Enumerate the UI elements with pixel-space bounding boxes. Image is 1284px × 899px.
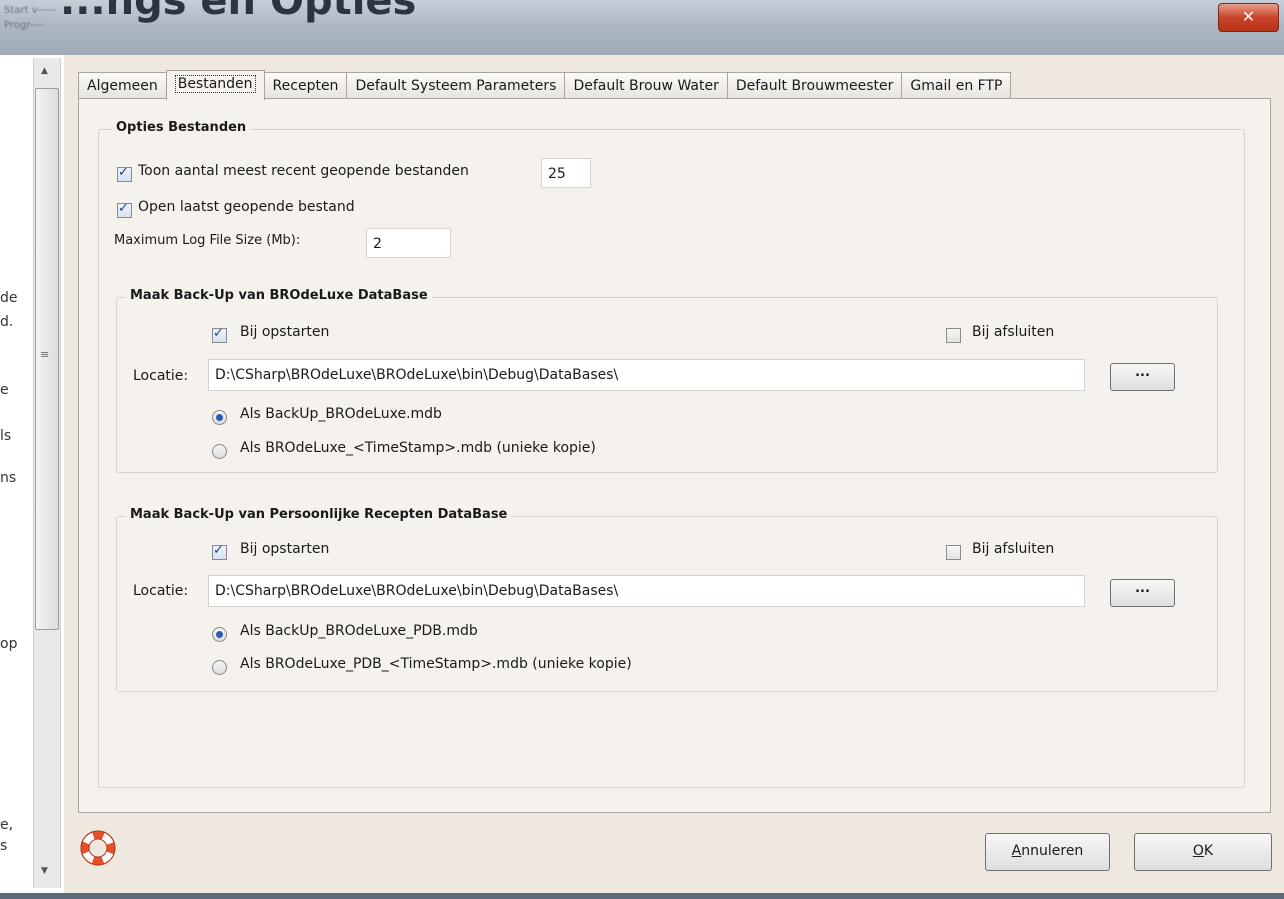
background-text: s <box>0 838 8 854</box>
checkbox-checked-icon <box>117 165 132 182</box>
background-text: ns <box>0 470 17 486</box>
title-small-2: Progr---- <box>4 20 45 31</box>
backup-db-location-label: Locatie: <box>133 368 189 384</box>
backup-db-radio-timestamp-label: Als BROdeLuxe_<TimeStamp>.mdb (unieke ko… <box>240 440 596 456</box>
ok-label: K <box>1203 843 1214 859</box>
backup-pdb-radio-timestamp-label: Als BROdeLuxe_PDB_<TimeStamp>.mdb (uniek… <box>240 656 632 672</box>
backup-pdb-close-label: Bij afsluiten <box>972 541 1055 557</box>
background-text: ls <box>0 428 12 444</box>
background-text: de <box>0 290 18 306</box>
recent-files-count-input[interactable]: 25 <box>541 158 591 188</box>
backup-pdb-location-label: Locatie: <box>133 583 189 599</box>
backup-db-radio-timestamp[interactable] <box>212 444 227 463</box>
checkbox-unchecked-icon <box>946 545 961 560</box>
window-title: ...ngs en Opties <box>60 0 417 24</box>
backup-db-startup-label: Bij opstarten <box>240 324 330 340</box>
recent-files-label: Toon aantal meest recent geopende bestan… <box>138 163 469 179</box>
title-bar: Start v----- Progr---- ...ngs en Opties … <box>0 0 1284 55</box>
cancel-mnemonic: A <box>1011 843 1022 859</box>
title-small-1: Start v----- <box>4 5 56 16</box>
background-text: d. <box>0 314 14 330</box>
log-size-input[interactable]: 2 <box>366 228 451 258</box>
backup-pdb-radio-timestamp[interactable] <box>212 660 227 679</box>
close-icon: ✕ <box>1241 7 1256 26</box>
close-button[interactable]: ✕ <box>1218 3 1279 32</box>
backup-db-radio-fixed-label: Als BackUp_BROdeLuxe.mdb <box>240 406 442 422</box>
backup-db-close-checkbox[interactable] <box>946 328 961 347</box>
tab-bestanden[interactable]: Bestanden <box>165 70 265 100</box>
backup-db-location-input[interactable]: D:\CSharp\BROdeLuxe\BROdeLuxe\bin\Debug\… <box>208 359 1085 391</box>
log-size-label: Maximum Log File Size (Mb): <box>114 233 301 248</box>
backup-pdb-radio-fixed-label: Als BackUp_BROdeLuxe_PDB.mdb <box>240 623 478 639</box>
checkbox-checked-icon <box>212 326 227 343</box>
background-text: e <box>0 382 9 398</box>
scroll-down-arrow-icon[interactable]: ▼ <box>41 866 48 876</box>
checkbox-checked-icon <box>212 543 227 560</box>
recent-files-checkbox[interactable] <box>117 165 132 186</box>
window-bottom-border <box>0 893 1284 899</box>
radio-selected-icon <box>212 410 227 425</box>
cancel-button[interactable]: Annuleren <box>985 833 1110 871</box>
ok-button[interactable]: OK <box>1134 833 1272 871</box>
backup-db-browse-button[interactable]: ... <box>1110 363 1175 391</box>
backup-pdb-browse-button[interactable]: ... <box>1110 579 1175 607</box>
checkbox-checked-icon <box>117 201 132 218</box>
backup-pdb-close-checkbox[interactable] <box>946 545 961 564</box>
backup-database-legend: Maak Back-Up van BROdeLuxe DataBase <box>126 288 432 303</box>
open-last-checkbox[interactable] <box>117 201 132 222</box>
radio-unselected-icon <box>212 660 227 675</box>
backup-db-close-label: Bij afsluiten <box>972 324 1055 340</box>
scroll-up-arrow-icon[interactable]: ▲ <box>41 66 48 76</box>
backup-pdb-radio-fixed[interactable] <box>212 627 227 646</box>
backup-db-radio-fixed[interactable] <box>212 410 227 429</box>
backup-db-startup-checkbox[interactable] <box>212 326 227 347</box>
tab-recepten[interactable]: Recepten <box>263 72 348 99</box>
backup-pdb-startup-checkbox[interactable] <box>212 543 227 564</box>
grip-icon: ≡ <box>40 348 50 361</box>
backup-pdb-startup-label: Bij opstarten <box>240 541 330 557</box>
radio-unselected-icon <box>212 444 227 459</box>
help-lifebuoy-icon[interactable] <box>78 827 118 873</box>
cancel-label: nnuleren <box>1021 843 1084 859</box>
tab-strip: Algemeen Bestanden Recepten Default Syst… <box>78 70 1012 100</box>
tab-gmail-en-ftp[interactable]: Gmail en FTP <box>901 72 1012 99</box>
backup-pdb-location-input[interactable]: D:\CSharp\BROdeLuxe\BROdeLuxe\bin\Debug\… <box>208 575 1085 607</box>
ok-mnemonic: O <box>1192 843 1204 859</box>
backup-pdb-legend: Maak Back-Up van Persoonlijke Recepten D… <box>126 507 512 522</box>
background-text: op <box>0 636 18 652</box>
tab-algemeen[interactable]: Algemeen <box>78 72 167 99</box>
title-bar-hidden-text: Start v----- Progr---- <box>4 3 55 33</box>
checkbox-unchecked-icon <box>946 328 961 343</box>
radio-selected-icon <box>212 627 227 642</box>
tab-default-brouw-water[interactable]: Default Brouw Water <box>564 72 728 99</box>
background-text: e, <box>0 817 14 833</box>
opties-bestanden-legend: Opties Bestanden <box>112 120 251 135</box>
tab-default-brouwmeester[interactable]: Default Brouwmeester <box>726 72 903 99</box>
tab-bestanden-label: Bestanden <box>174 75 256 93</box>
open-last-label: Open laatst geopende bestand <box>138 199 355 215</box>
tab-default-systeem-parameters[interactable]: Default Systeem Parameters <box>346 72 566 99</box>
